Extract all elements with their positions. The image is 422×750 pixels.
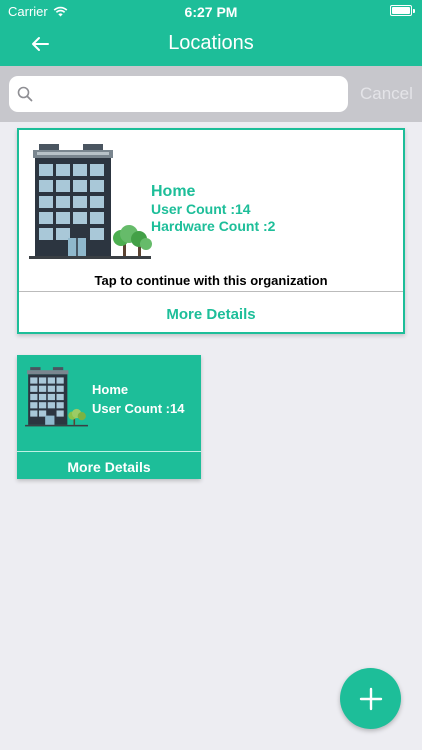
building-icon <box>25 367 88 427</box>
plus-icon <box>359 687 382 710</box>
search-box[interactable] <box>9 76 348 112</box>
status-time: 6:27 PM <box>184 4 238 20</box>
location-info: Home User Count :14 <box>92 381 184 419</box>
location-card[interactable]: Home User Count :14 More Details <box>17 355 201 479</box>
add-location-button[interactable] <box>340 668 401 729</box>
search-icon <box>17 86 33 102</box>
battery-icon <box>390 5 415 16</box>
page-title: Locations <box>168 32 254 54</box>
search-bar: Cancel <box>0 66 422 122</box>
location-name: Home <box>92 382 129 397</box>
card-divider <box>17 451 201 452</box>
user-count: User Count :14 <box>151 201 251 217</box>
cancel-button[interactable]: Cancel <box>360 84 413 104</box>
nav-bar: Locations <box>0 22 422 66</box>
building-icon <box>29 144 152 259</box>
search-input[interactable] <box>39 76 348 112</box>
tap-to-continue-hint: Tap to continue with this organization <box>94 273 328 288</box>
more-details-button[interactable]: More Details <box>17 459 201 475</box>
status-bar: Carrier 6:27 PM <box>0 0 422 22</box>
location-card-selected[interactable]: Home User Count :14 Hardware Count :2 Ta… <box>17 128 405 334</box>
user-count: User Count :14 <box>92 401 185 416</box>
location-name: Home <box>151 183 196 200</box>
hardware-count: Hardware Count :2 <box>151 218 276 234</box>
card-divider <box>19 291 403 292</box>
more-details-button[interactable]: More Details <box>19 306 403 323</box>
location-info: Home User Count :14 Hardware Count :2 <box>151 182 275 235</box>
